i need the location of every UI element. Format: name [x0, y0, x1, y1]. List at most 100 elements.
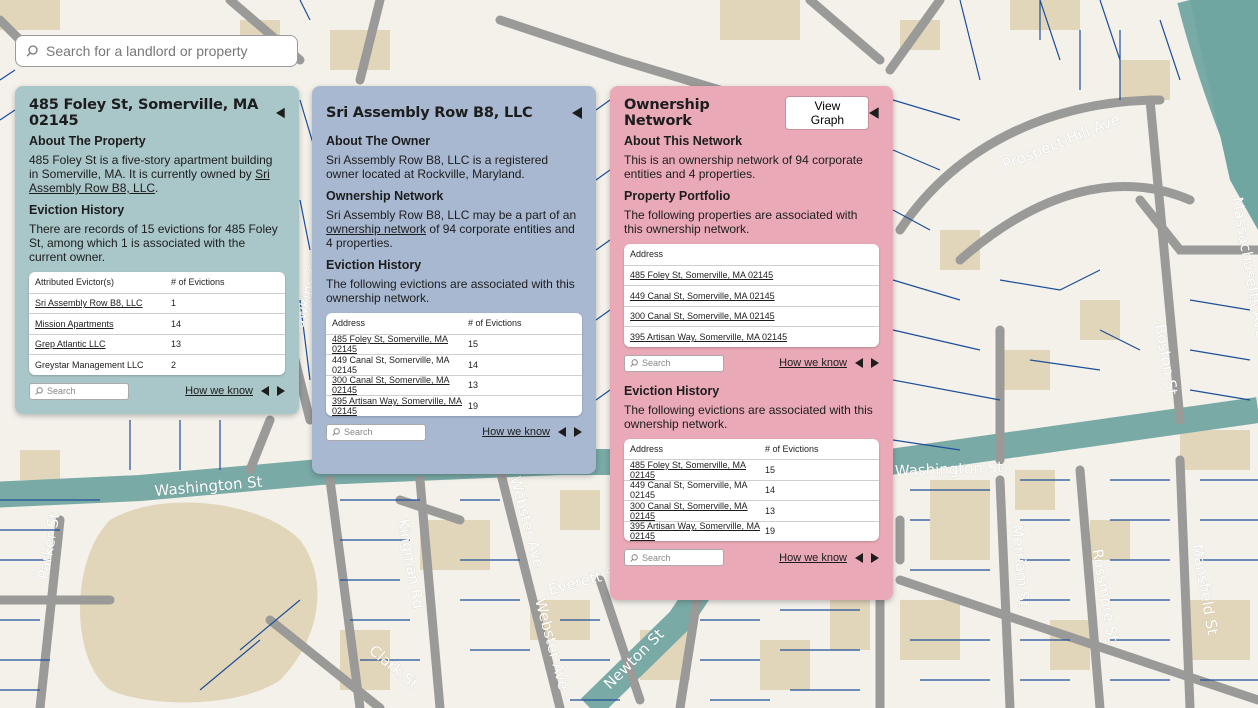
prev-arrow-icon[interactable]	[855, 358, 863, 368]
eviction-count: 13	[468, 380, 479, 391]
table-row[interactable]: 300 Canal St, Somerville, MA 02145 13	[624, 500, 879, 521]
how-we-know-link[interactable]: How we know	[185, 385, 253, 397]
address-link[interactable]: 300 Canal St, Somerville, MA 02145	[332, 375, 468, 395]
about-network-heading: About This Network	[624, 134, 743, 148]
eviction-count: 13	[765, 505, 776, 516]
prev-arrow-icon[interactable]	[558, 427, 566, 437]
landlord-search-bar[interactable]	[15, 35, 298, 67]
search-icon	[630, 553, 638, 562]
table-header: Address # of Evictions	[326, 313, 582, 334]
prev-arrow-icon[interactable]	[855, 552, 863, 563]
table-search-input[interactable]	[642, 358, 722, 368]
search-icon	[35, 387, 43, 395]
table-search-input[interactable]	[642, 552, 722, 563]
address-link[interactable]: 485 Foley St, Somerville, MA 02145	[630, 460, 765, 480]
collapse-left-icon[interactable]	[572, 107, 582, 119]
table-row[interactable]: Greystar Management LLC 2	[29, 354, 285, 375]
table-row[interactable]: 395 Artisan Way, Somerville, MA 02145 19	[624, 520, 879, 541]
about-property-text: 485 Foley St is a five-story apartment b…	[29, 153, 273, 195]
table-search[interactable]	[624, 354, 724, 372]
panel-footer: How we know	[326, 423, 582, 441]
owner-panel: Sri Assembly Row B8, LLC About The Owner…	[312, 86, 596, 474]
table-row[interactable]: 300 Canal St, Somerville, MA 02145	[624, 305, 879, 327]
network-header-left: Ownership Network View Graph	[624, 96, 870, 130]
table-header: Attributed Evictor(s) # of Evictions	[29, 272, 285, 293]
table-row[interactable]: 395 Artisan Way, Somerville, MA 02145 19	[326, 395, 582, 416]
evictors-table: Attributed Evictor(s) # of Evictions Sri…	[29, 272, 285, 375]
property-portfolio-text: The following properties are associated …	[624, 208, 858, 236]
table-row[interactable]: 449 Canal St, Somerville, MA 02145 14	[624, 479, 879, 500]
next-arrow-icon[interactable]	[574, 427, 582, 437]
table-row[interactable]: 485 Foley St, Somerville, MA 02145 15	[326, 333, 582, 354]
eviction-count: 19	[468, 400, 479, 411]
table-header: Address # of Evictions	[624, 439, 879, 460]
search-icon	[26, 45, 38, 57]
eviction-history-text: The following evictions are associated w…	[326, 277, 575, 305]
table-search-input[interactable]	[344, 427, 424, 437]
table-row[interactable]: 485 Foley St, Somerville, MA 02145	[624, 264, 879, 286]
how-we-know-link[interactable]: How we know	[779, 357, 847, 369]
panel-footer: How we know	[624, 549, 879, 566]
next-arrow-icon[interactable]	[871, 358, 879, 368]
evictor-link[interactable]: Sri Assembly Row B8, LLC	[35, 298, 171, 308]
eviction-history-heading: Eviction History	[29, 203, 125, 217]
collapse-left-icon[interactable]	[869, 107, 879, 119]
property-title: 485 Foley St, Somerville, MA 02145	[29, 97, 259, 129]
table-row[interactable]: 395 Artisan Way, Somerville, MA 02145	[624, 326, 879, 347]
table-row[interactable]: 449 Canal St, Somerville, MA 02145 14	[326, 354, 582, 375]
table-row[interactable]: 449 Canal St, Somerville, MA 02145	[624, 285, 879, 306]
footer-controls: How we know	[482, 426, 582, 438]
next-arrow-icon[interactable]	[277, 386, 285, 396]
about-property-heading: About The Property	[29, 134, 146, 148]
eviction-count: 15	[765, 464, 776, 475]
address-link[interactable]: 449 Canal St, Somerville, MA 02145	[630, 291, 873, 301]
property-portfolio-heading: Property Portfolio	[624, 189, 731, 203]
street-label: Washington St	[895, 458, 1004, 480]
eviction-count: 14	[468, 359, 479, 370]
table-search[interactable]	[624, 549, 724, 566]
prev-arrow-icon[interactable]	[261, 386, 269, 396]
table-row[interactable]: 485 Foley St, Somerville, MA 02145 15	[624, 459, 879, 480]
address-link[interactable]: 300 Canal St, Somerville, MA 02145	[630, 501, 765, 521]
table-row[interactable]: Sri Assembly Row B8, LLC 1	[29, 292, 285, 314]
network-panel: Ownership Network View Graph About This …	[610, 86, 893, 600]
eviction-count: 13	[171, 339, 182, 350]
column-header: # of Evictions	[171, 277, 225, 288]
table-search[interactable]	[29, 382, 129, 400]
eviction-history-text: There are records of 15 evictions for 48…	[29, 222, 278, 264]
address-link[interactable]: 485 Foley St, Somerville, MA 02145	[630, 270, 873, 280]
table-row[interactable]: Grep Atlantic LLC 13	[29, 333, 285, 355]
park-area	[80, 502, 318, 703]
address-link[interactable]: 300 Canal St, Somerville, MA 02145	[630, 311, 873, 321]
view-graph-button[interactable]: View Graph	[785, 96, 870, 130]
eviction-history-heading: Eviction History	[624, 383, 720, 398]
column-header: Address	[630, 249, 664, 260]
ownership-network-link[interactable]: ownership network	[326, 222, 426, 236]
table-row[interactable]: 300 Canal St, Somerville, MA 02145 13	[326, 374, 582, 395]
table-search-input[interactable]	[47, 386, 127, 396]
eviction-count: 2	[171, 359, 177, 370]
table-header: Address	[624, 244, 879, 265]
eviction-count: 14	[765, 485, 776, 496]
owner-evictions-table: Address # of Evictions 485 Foley St, Som…	[326, 313, 582, 416]
address-link[interactable]: 485 Foley St, Somerville, MA 02145	[332, 334, 468, 354]
address-link[interactable]: 395 Artisan Way, Somerville, MA 02145	[630, 521, 765, 541]
table-row[interactable]: Mission Apartments 14	[29, 313, 285, 334]
about-owner-heading: About The Owner	[326, 134, 431, 148]
eviction-count: 19	[765, 526, 776, 537]
panel-header: 485 Foley St, Somerville, MA 02145	[29, 97, 285, 129]
table-search[interactable]	[326, 423, 426, 441]
owner-title: Sri Assembly Row B8, LLC	[326, 105, 533, 121]
evictor-link[interactable]: Grep Atlantic LLC	[35, 339, 171, 349]
column-header: # of Evictions	[765, 443, 819, 454]
evictor-link[interactable]: Mission Apartments	[35, 319, 171, 329]
landlord-search-input[interactable]	[46, 43, 286, 59]
collapse-left-icon[interactable]	[276, 107, 285, 119]
next-arrow-icon[interactable]	[871, 552, 879, 563]
how-we-know-link[interactable]: How we know	[482, 426, 550, 438]
how-we-know-link[interactable]: How we know	[779, 552, 847, 564]
column-header: Attributed Evictor(s)	[35, 277, 115, 288]
column-header: Address	[630, 443, 664, 454]
address-link[interactable]: 395 Artisan Way, Somerville, MA 02145	[332, 396, 468, 416]
address-link[interactable]: 395 Artisan Way, Somerville, MA 02145	[630, 332, 873, 342]
